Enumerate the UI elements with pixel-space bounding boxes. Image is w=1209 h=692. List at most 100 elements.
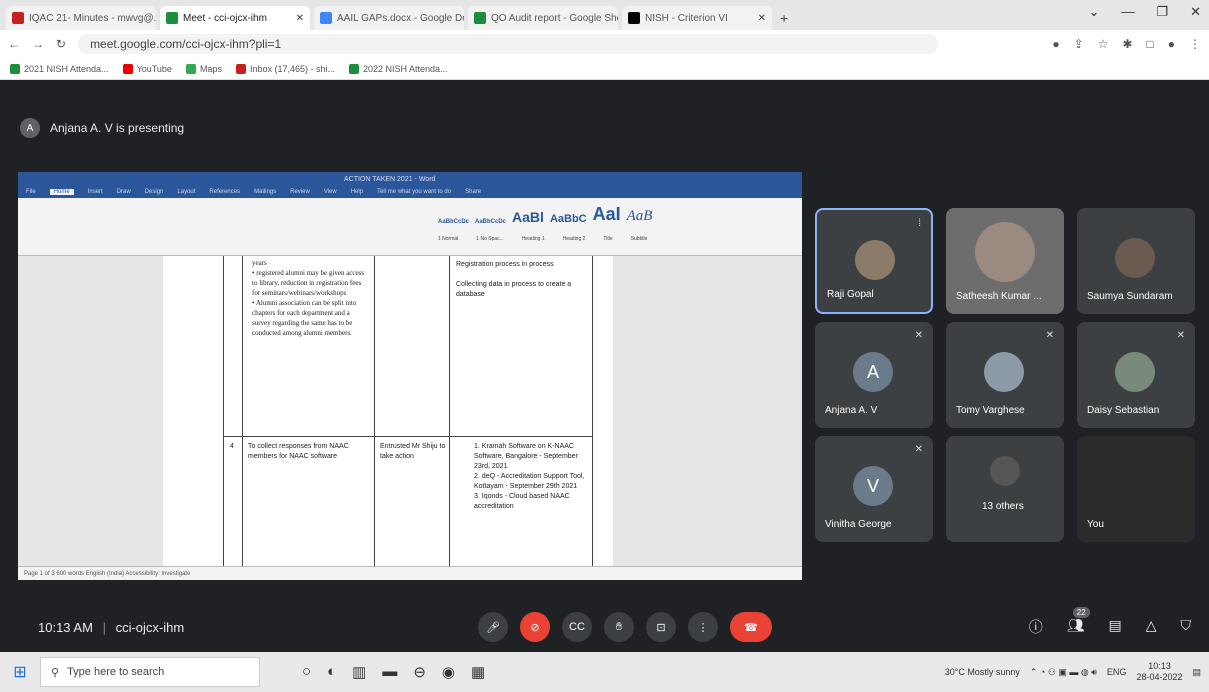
more-options-button[interactable]: ⋮ bbox=[688, 612, 718, 642]
extensions-icon[interactable]: ✱ bbox=[1122, 37, 1132, 51]
taskbar-clock[interactable]: 10:13 28-04-2022 bbox=[1136, 661, 1182, 683]
meet-view: A Anjana A. V is presenting ACTION TAKEN… bbox=[0, 80, 1209, 652]
style-names: 1 Normal 1 No Spac... Heading 1 Heading … bbox=[438, 236, 648, 242]
windows-start-icon[interactable]: ⊞ bbox=[0, 662, 40, 682]
word-menu-home: Home bbox=[49, 189, 74, 195]
word-statusbar: Page 1 of 3 600 words English (India) Ac… bbox=[18, 566, 802, 580]
bookmark-3[interactable]: Inbox (17,465) - shi... bbox=[235, 63, 335, 74]
close-icon[interactable]: ✕ bbox=[758, 13, 766, 24]
raise-hand-button[interactable]: ✋︎ bbox=[604, 612, 634, 642]
notion-icon bbox=[628, 12, 640, 24]
bookmark-4[interactable]: 2022 NISH Attenda... bbox=[349, 63, 448, 74]
present-button[interactable]: ⊡ bbox=[646, 612, 676, 642]
profile-icon[interactable]: ● bbox=[1168, 37, 1175, 51]
side-controls: ⓘ 22 👥︎ ▤ △ ⛉ bbox=[1029, 607, 1192, 637]
browser-tab-4[interactable]: NISH - Criterion VI ✕ bbox=[622, 6, 772, 30]
meet-icon bbox=[166, 12, 178, 24]
styles-gallery: AaBbCcDc AaBbCcDc AaBl AaBbC AaI AaB bbox=[438, 204, 653, 225]
gmail-icon bbox=[12, 12, 24, 24]
document-page: years • registered alumni may be given a… bbox=[163, 256, 613, 566]
participant-tile[interactable]: 13 others bbox=[946, 436, 1064, 542]
word-menu-draw: Draw bbox=[116, 189, 131, 195]
new-tab-button[interactable]: + bbox=[780, 10, 788, 30]
action-table: years • registered alumni may be given a… bbox=[223, 256, 593, 566]
mic-button[interactable]: 🎤︎ bbox=[478, 612, 508, 642]
participant-tile[interactable]: ✕ Tomy Varghese bbox=[946, 322, 1064, 428]
bookmark-2[interactable]: Maps bbox=[185, 63, 222, 74]
chrome-icon[interactable]: ◉ bbox=[442, 663, 455, 681]
participant-tile[interactable]: Satheesh Kumar ... bbox=[946, 208, 1064, 314]
menu-icon[interactable]: ⋮ bbox=[1189, 37, 1201, 51]
avatar bbox=[855, 240, 895, 280]
document-area: years • registered alumni may be given a… bbox=[18, 256, 802, 566]
participant-tile[interactable]: ⁞ Raji Gopal bbox=[815, 208, 933, 314]
presenting-text: Anjana A. V is presenting bbox=[50, 121, 185, 135]
weather[interactable]: 30°C Mostly sunny bbox=[945, 667, 1020, 677]
activities-icon[interactable]: △ bbox=[1146, 617, 1157, 637]
shared-screen[interactable]: ACTION TAKEN 2021 - Word File Home Inser… bbox=[18, 172, 802, 580]
participant-tile[interactable]: A ✕ Anjana A. V bbox=[815, 322, 933, 428]
participant-tile[interactable]: V ✕ Vinitha George bbox=[815, 436, 933, 542]
youtube-icon bbox=[122, 63, 133, 74]
leave-call-button[interactable]: ☎ bbox=[730, 612, 772, 642]
info-icon[interactable]: ⓘ bbox=[1029, 617, 1043, 637]
close-icon[interactable]: ✕ bbox=[1190, 4, 1201, 20]
people-icon[interactable]: 22 👥︎ bbox=[1067, 607, 1090, 637]
store-icon[interactable]: ▥ bbox=[352, 663, 366, 681]
bookmark-1[interactable]: YouTube bbox=[122, 63, 172, 74]
windows-taskbar: ⊞ ⚲ Type here to search ○ ◐ ▥ ▬ ⊖ ◉ ▦ 30… bbox=[0, 652, 1209, 692]
participant-tile[interactable]: You bbox=[1077, 436, 1195, 542]
captions-button[interactable]: CC bbox=[562, 612, 592, 642]
meeting-info: 10:13 AM | cci-ojcx-ihm bbox=[38, 619, 185, 635]
avatar: A bbox=[853, 352, 893, 392]
row-description: To collect responses from NAAC members f… bbox=[248, 443, 349, 460]
chevron-down-icon[interactable]: ⌄ bbox=[1089, 4, 1100, 20]
close-icon[interactable]: ✕ bbox=[296, 13, 304, 24]
participant-tile[interactable]: ✕ Daisy Sebastian bbox=[1077, 322, 1195, 428]
participant-tile[interactable]: Saumya Sundaram bbox=[1077, 208, 1195, 314]
file-explorer-icon[interactable]: ▬ bbox=[382, 663, 397, 681]
word-ribbon: AaBbCcDc AaBbCcDc AaBl AaBbC AaI AaB 1 N… bbox=[18, 198, 802, 256]
bookmark-0[interactable]: 2021 NISH Attenda... bbox=[10, 63, 109, 74]
row-result: 1. Kramah Software on K-NAAC Software, B… bbox=[474, 443, 585, 510]
word-menu-mailings: Mailings bbox=[254, 189, 277, 195]
maximize-icon[interactable]: ❐ bbox=[1156, 4, 1168, 20]
host-controls-icon[interactable]: ⛉ bbox=[1181, 617, 1192, 637]
forward-icon[interactable]: → bbox=[32, 37, 44, 51]
word-menu-design: Design bbox=[144, 189, 164, 195]
mic-off-icon: ✕ bbox=[1045, 330, 1054, 341]
back-icon[interactable]: ← bbox=[8, 37, 20, 51]
maps-icon bbox=[185, 63, 196, 74]
task-view-icon[interactable]: ○ bbox=[302, 663, 311, 681]
notifications-icon[interactable]: ▤ bbox=[1192, 667, 1201, 678]
word-menu-share: Share bbox=[465, 189, 482, 195]
app-icon[interactable]: ▦ bbox=[471, 663, 485, 681]
browser-tab-3[interactable]: QO Audit report - Google Sheets✕ bbox=[468, 6, 618, 30]
avatar: V bbox=[853, 466, 893, 506]
browser-tab-2[interactable]: AAIL GAPs.docx - Google Docs✕ bbox=[314, 6, 464, 30]
word-menu-references: References bbox=[209, 189, 241, 195]
browser-tab-1[interactable]: Meet - cci-ojcx-ihm ✕ bbox=[160, 6, 310, 30]
avatar: A bbox=[20, 118, 40, 138]
star-icon[interactable]: ☆ bbox=[1098, 37, 1109, 51]
camera-icon[interactable]: ● bbox=[1052, 37, 1059, 51]
app-icon[interactable]: ⊖ bbox=[413, 663, 426, 681]
camera-off-button[interactable]: ⊘ bbox=[520, 612, 550, 642]
word-menu-layout: Layout bbox=[177, 189, 196, 195]
url-field[interactable]: meet.google.com/cci-ojcx-ihm?pli=1 bbox=[78, 34, 939, 54]
browser-tab-0[interactable]: IQAC 21- Minutes - mwvg@...✕ bbox=[6, 6, 156, 30]
alumni-status: Registration process in process Collecti… bbox=[456, 261, 572, 298]
language[interactable]: ENG bbox=[1107, 667, 1127, 677]
minimize-icon[interactable]: — bbox=[1121, 4, 1134, 20]
word-menu-view: View bbox=[323, 189, 337, 195]
reload-icon[interactable]: ↻ bbox=[56, 37, 66, 51]
edge-icon[interactable]: ◐ bbox=[327, 663, 336, 681]
word-menu-help: Help bbox=[350, 189, 364, 195]
chat-icon[interactable]: ▤ bbox=[1108, 617, 1121, 637]
mic-off-icon: ✕ bbox=[914, 444, 923, 455]
share-icon[interactable]: ⇪ bbox=[1074, 37, 1084, 51]
tray-icons[interactable]: ⌃ ◔ ⚇ ▣ ▬ ◍ 🔊︎ bbox=[1030, 667, 1097, 678]
tab-strip: IQAC 21- Minutes - mwvg@...✕ Meet - cci-… bbox=[0, 0, 1209, 30]
sidebar-icon[interactable]: □ bbox=[1147, 37, 1154, 51]
taskbar-search[interactable]: ⚲ Type here to search bbox=[40, 657, 260, 687]
